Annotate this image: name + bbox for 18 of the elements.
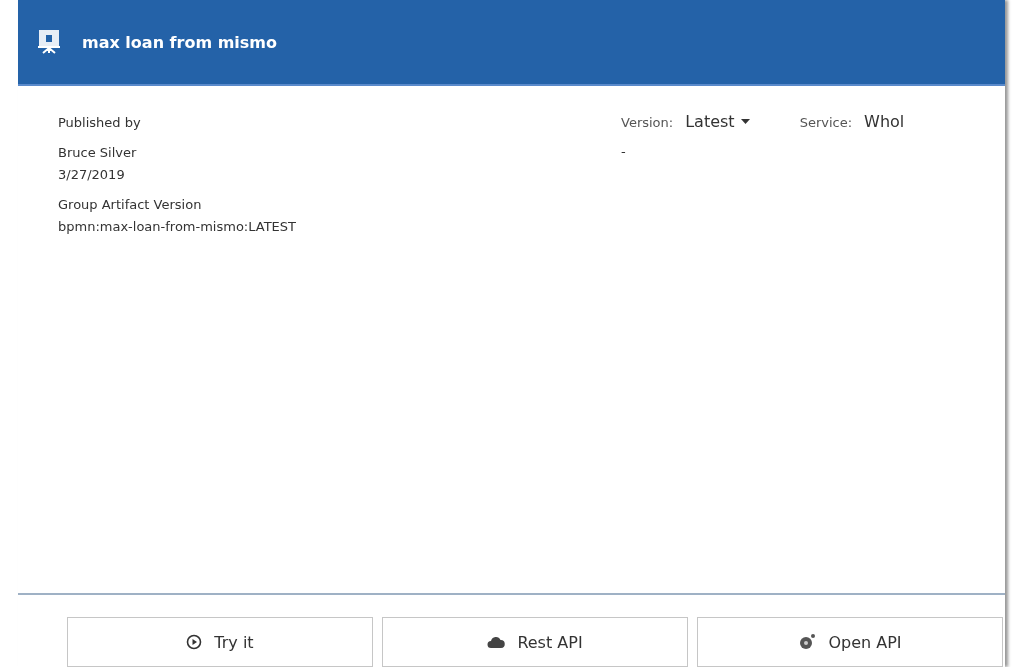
version-label: Version: bbox=[621, 115, 674, 130]
window-title: max loan from mismo bbox=[82, 32, 278, 52]
publish-date: 3/27/2019 bbox=[58, 166, 126, 184]
author-name: Bruce Silver bbox=[58, 144, 138, 162]
service-label: Service: bbox=[799, 115, 853, 130]
cloud-icon bbox=[487, 635, 506, 649]
service-value: Whol bbox=[864, 112, 905, 131]
gav-label: Group Artifact Version bbox=[58, 196, 203, 214]
version-note: - bbox=[621, 143, 627, 161]
presentation-board-icon bbox=[38, 30, 60, 54]
open-api-button[interactable]: Open API bbox=[697, 617, 1003, 667]
version-dropdown[interactable]: Latest bbox=[685, 112, 750, 131]
caret-icon bbox=[740, 119, 750, 124]
rest-api-button[interactable]: Rest API bbox=[382, 617, 688, 667]
try-it-button[interactable]: Try it bbox=[67, 617, 373, 667]
published-label: Published by bbox=[58, 114, 142, 132]
play-icon bbox=[186, 634, 203, 650]
gav-value: bpmn:max-loan-from-mismo:LATEST bbox=[58, 218, 298, 236]
